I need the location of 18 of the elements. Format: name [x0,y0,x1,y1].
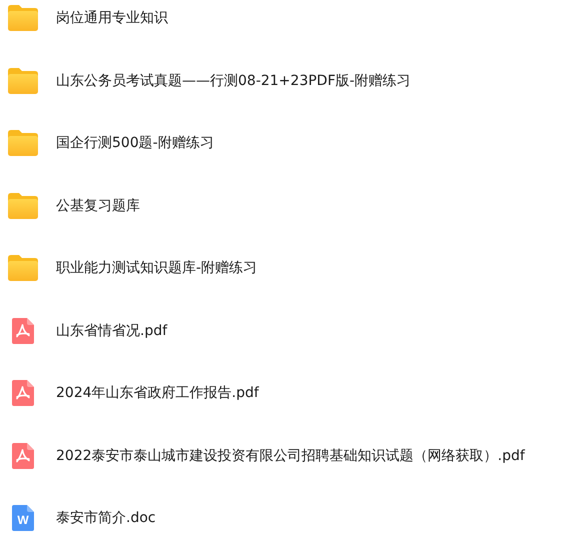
pdf-file-icon [12,442,34,468]
file-name[interactable]: 山东公务员考试真题——行测08-21+23PDF版-附赠练习 [56,72,411,90]
file-name[interactable]: 2024年山东省政府工作报告.pdf [56,384,259,402]
file-name[interactable]: 山东省情省况.pdf [56,322,168,340]
file-name[interactable]: 泰安市简介.doc [56,509,156,527]
file-name[interactable]: 国企行测500题-附赠练习 [56,134,214,152]
file-name[interactable]: 职业能力测试知识题库-附赠练习 [56,259,258,277]
pdf-file-icon [12,380,34,406]
file-name[interactable]: 2022泰安市泰山城市建设投资有限公司招聘基础知识试题（网络获取）.pdf [56,446,525,464]
folder-icon [8,68,38,94]
folder-icon [8,130,38,156]
file-name[interactable]: 公基复习题库 [56,196,140,214]
word-file-icon: W [12,505,34,531]
folder-icon [8,192,38,218]
file-name[interactable]: 岗位通用专业知识 [56,9,168,27]
folder-icon [8,255,38,281]
pdf-file-icon [12,318,34,344]
folder-icon [8,5,38,31]
